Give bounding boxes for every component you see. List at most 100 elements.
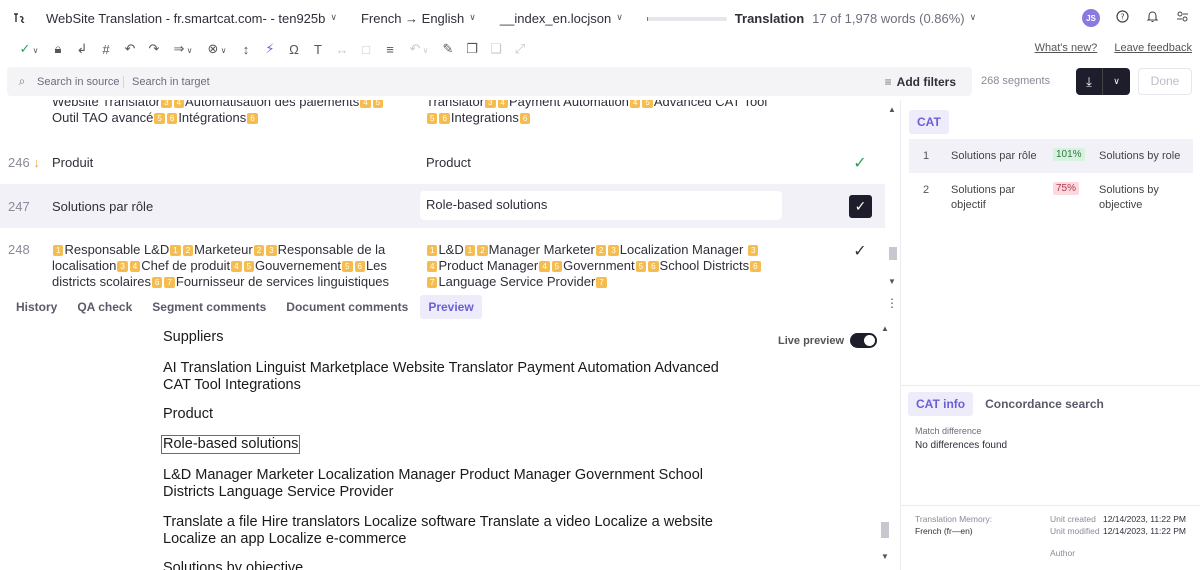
- segment-row[interactable]: Website Translator 3 4 Automatisation des p…: [0, 100, 885, 132]
- done-button[interactable]: Done: [1138, 68, 1192, 95]
- segments-scrollbar[interactable]: ▲ ▼: [887, 103, 899, 289]
- inline-tag[interactable]: 1: [464, 245, 476, 257]
- leave-feedback-link[interactable]: Leave feedback: [1114, 42, 1192, 54]
- stage-selector[interactable]: Translation 17 of 1,978 words (0.86%) ∨: [735, 11, 976, 26]
- language-pair-selector[interactable]: French → English ∨: [361, 11, 476, 26]
- inline-tag[interactable]: 5: [243, 261, 255, 273]
- inline-tag[interactable]: 6: [750, 261, 761, 273]
- preview-scrollbar[interactable]: ▲ ▼: [880, 322, 890, 566]
- chevron-down-icon[interactable]: ∨: [1103, 68, 1130, 95]
- clear-icon[interactable]: ⊗ ∨: [200, 41, 234, 57]
- omega-icon[interactable]: Ω: [282, 42, 306, 57]
- whats-new-link[interactable]: What's new?: [1035, 42, 1098, 54]
- inline-tag[interactable]: 4: [427, 261, 438, 273]
- redo-icon[interactable]: ↷: [142, 41, 166, 57]
- segment-row-active[interactable]: 247 Solutions par rôle Role-based soluti…: [0, 184, 885, 228]
- scroll-up-icon[interactable]: ▲: [888, 105, 896, 114]
- inline-tag[interactable]: 6: [247, 113, 258, 125]
- inline-tag[interactable]: 4: [497, 100, 508, 109]
- project-name[interactable]: WebSite Translation - fr.smartcat.com- -…: [46, 11, 337, 26]
- segment-row[interactable]: 248 1 Responsable L&D 1 2 Marketeur 2 3 Respons…: [0, 228, 885, 290]
- split-icon[interactable]: ↔: [330, 42, 354, 57]
- inline-tag[interactable]: 4: [173, 100, 185, 109]
- segment-source[interactable]: Produit: [52, 155, 402, 171]
- inline-tag[interactable]: 2: [253, 245, 265, 257]
- scroll-down-icon[interactable]: ▼: [888, 277, 896, 286]
- text-case-icon[interactable]: T: [306, 42, 330, 57]
- arrow-insert-icon[interactable]: ⇒ ∨: [166, 41, 200, 57]
- expand-icon[interactable]: ⤢: [508, 41, 532, 57]
- download-button[interactable]: ⤓ ∨: [1076, 68, 1130, 95]
- inline-tag[interactable]: 4: [629, 100, 641, 109]
- tab-segment-comments[interactable]: Segment comments: [144, 295, 274, 319]
- tab-qa-check[interactable]: QA check: [69, 295, 140, 319]
- segment-target-editor[interactable]: Role-based solutions: [420, 191, 782, 220]
- inline-tag[interactable]: 7: [164, 277, 175, 289]
- inline-tag[interactable]: 1: [427, 245, 438, 257]
- segment-source[interactable]: 1 Responsable L&D 1 2 Marketeur 2 3 Responsable…: [52, 242, 402, 290]
- duplicate-icon[interactable]: ❑: [484, 41, 508, 57]
- inline-tag[interactable]: 5: [427, 113, 438, 125]
- confirm-segment-checkbox[interactable]: ✓: [849, 195, 872, 218]
- inline-tag[interactable]: 3: [747, 245, 759, 257]
- inline-tag[interactable]: 4: [360, 100, 371, 109]
- segment-source[interactable]: Website Translator 3 4 Automatisation des p…: [52, 100, 402, 126]
- scrollbar-thumb[interactable]: [881, 522, 889, 538]
- tab-preview[interactable]: Preview: [420, 295, 482, 319]
- inline-tag[interactable]: 2: [182, 245, 194, 257]
- inline-tag[interactable]: 6: [354, 261, 365, 273]
- inline-tag[interactable]: 5: [551, 261, 563, 273]
- inline-tag[interactable]: 4: [539, 261, 550, 273]
- live-preview-toggle[interactable]: Live preview: [778, 333, 878, 348]
- merge-icon[interactable]: ≡: [378, 42, 402, 57]
- inline-tag[interactable]: 3: [485, 100, 496, 109]
- join-icon[interactable]: □: [354, 42, 378, 57]
- inline-tag[interactable]: 4: [129, 261, 141, 273]
- tab-document-comments[interactable]: Document comments: [278, 295, 416, 319]
- help-icon[interactable]: ?: [1114, 10, 1130, 26]
- avatar[interactable]: JS: [1082, 9, 1100, 27]
- bell-icon[interactable]: [1144, 10, 1160, 26]
- segment-row[interactable]: 246 ↓ Produit Product ✓: [0, 140, 885, 184]
- inline-tag[interactable]: 5: [372, 100, 384, 109]
- scroll-up-icon[interactable]: ▲: [881, 324, 889, 333]
- more-options-icon[interactable]: ⋮: [886, 296, 898, 310]
- inline-tag[interactable]: 6: [648, 261, 659, 273]
- segment-target[interactable]: Translator 3 4 Payment Automation 4 5 Advanced…: [426, 100, 771, 126]
- inline-tag[interactable]: 3: [266, 245, 277, 257]
- inline-tag[interactable]: 1: [170, 245, 181, 257]
- inline-tag[interactable]: 6: [519, 113, 531, 125]
- settings-toggle-icon[interactable]: [1174, 10, 1190, 26]
- toggle-switch[interactable]: [850, 333, 878, 348]
- inline-tag[interactable]: 5: [635, 261, 647, 273]
- tab-history[interactable]: History: [8, 295, 65, 319]
- inline-tag[interactable]: 6: [151, 277, 163, 289]
- scrollbar-thumb[interactable]: [889, 247, 897, 260]
- inline-tag[interactable]: 2: [477, 245, 488, 257]
- tab-cat[interactable]: CAT: [909, 110, 949, 134]
- inline-tag[interactable]: 3: [161, 100, 172, 109]
- download-icon[interactable]: ⤓: [1076, 68, 1103, 95]
- cat-match-row[interactable]: 2 Solutions par objectif 75% Solutions b…: [909, 176, 1193, 216]
- inline-tag[interactable]: 5: [342, 261, 353, 273]
- tab-cat-info[interactable]: CAT info: [908, 392, 974, 416]
- copy-source-icon[interactable]: ↲: [70, 41, 94, 57]
- check-icon[interactable]: ✓: [850, 241, 870, 261]
- scroll-down-icon[interactable]: ▼: [881, 552, 889, 561]
- undo-icon[interactable]: ↶: [118, 41, 142, 57]
- inline-tag[interactable]: 7: [427, 277, 438, 289]
- lightning-icon[interactable]: ⚡︎: [258, 41, 282, 57]
- search-target-input[interactable]: Search in target: [124, 76, 885, 88]
- inline-tag[interactable]: 2: [595, 245, 607, 257]
- book-icon[interactable]: ❐: [460, 41, 484, 57]
- inline-tag[interactable]: 1: [53, 245, 64, 257]
- inline-tag[interactable]: 4: [231, 261, 242, 273]
- inline-tag[interactable]: 7: [596, 277, 607, 289]
- revert-icon[interactable]: ↶ ∨: [402, 41, 436, 57]
- segment-target[interactable]: Product: [426, 155, 771, 171]
- comment-icon[interactable]: ✎: [436, 41, 460, 57]
- inline-tag[interactable]: 6: [439, 113, 450, 125]
- lock-icon[interactable]: 🔒︎: [46, 41, 70, 57]
- segment-target[interactable]: 1 L&D 1 2 Manager Marketer 2 3 Localization Man…: [426, 242, 771, 290]
- inline-tag[interactable]: 3: [117, 261, 128, 273]
